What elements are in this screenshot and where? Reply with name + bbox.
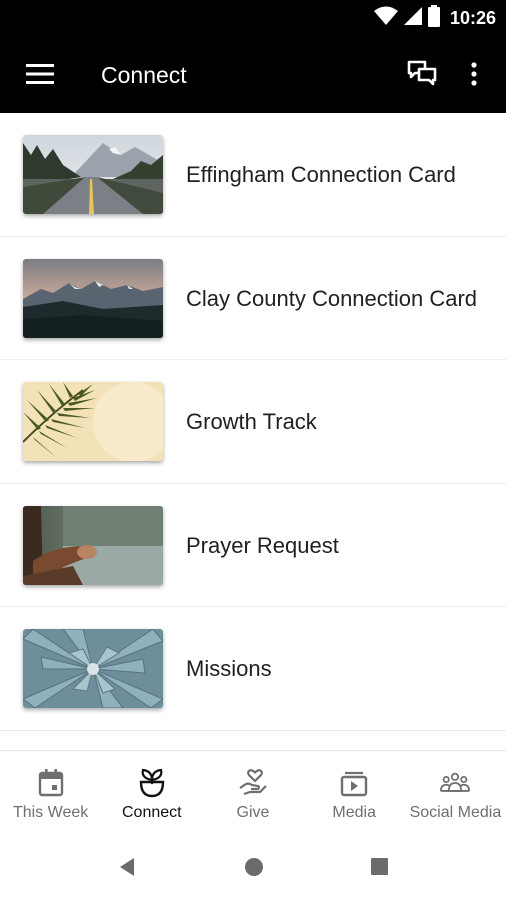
battery-icon	[427, 4, 440, 32]
signal-icon	[403, 6, 422, 31]
succulent-photo	[23, 629, 163, 708]
nav-label: Give	[236, 804, 270, 821]
list-item[interactable]: Prayer Request	[0, 484, 506, 607]
list-item-label: Effingham Connection Card	[186, 162, 456, 187]
system-navigation-bar	[0, 834, 506, 900]
nav-item-media[interactable]: Media	[304, 754, 405, 834]
mountain-range-photo	[23, 258, 163, 338]
nav-item-give[interactable]: Give	[202, 754, 303, 834]
list-item-label: Prayer Request	[186, 532, 339, 558]
heart-hand-icon	[238, 768, 268, 798]
page-title: Connect	[101, 62, 187, 88]
chat-button[interactable]	[398, 56, 446, 96]
palm-leaf-photo	[23, 382, 163, 461]
connect-list: Effingham Connection Card Clay County Co…	[0, 113, 506, 751]
nav-item-social-media[interactable]: Social Media	[405, 754, 506, 834]
list-item[interactable]: Effingham Connection Card	[0, 113, 506, 237]
calendar-icon	[36, 768, 66, 798]
recents-icon[interactable]	[369, 856, 391, 878]
people-icon	[440, 768, 471, 798]
menu-button[interactable]	[16, 56, 64, 96]
nav-label: Media	[332, 804, 376, 821]
status-time: 10:26	[449, 7, 496, 28]
list-item-label: Growth Track	[186, 409, 317, 434]
sprout-icon	[137, 768, 167, 798]
back-icon[interactable]	[116, 856, 138, 878]
status-bar: 10:26	[0, 0, 506, 36]
nav-item-this-week[interactable]: This Week	[0, 754, 101, 834]
nav-label: Social Media	[409, 804, 502, 821]
mountain-road-photo	[23, 135, 163, 214]
nav-item-connect[interactable]: Connect	[101, 754, 202, 834]
nav-label: Connect	[122, 804, 182, 821]
list-item[interactable]: Clay County Connection Card	[0, 237, 506, 360]
wifi-icon	[373, 6, 398, 31]
home-icon[interactable]	[243, 856, 265, 878]
chat-icon	[407, 60, 437, 93]
more-options-button[interactable]	[450, 56, 498, 96]
list-item[interactable]: Missions	[0, 607, 506, 731]
status-icons: 10:26	[373, 4, 496, 32]
play-folder-icon	[339, 768, 369, 798]
more-vert-icon	[470, 61, 478, 91]
list-item[interactable]: Growth Track	[0, 360, 506, 484]
nav-label: This Week	[12, 804, 89, 821]
app-bar: Connect	[0, 36, 506, 113]
list-item-label: Missions	[186, 656, 272, 681]
list-item-label: Clay County Connection Card	[186, 285, 478, 311]
list-divider	[0, 731, 506, 751]
menu-icon	[26, 63, 54, 90]
folded-hands-photo	[23, 505, 163, 585]
bottom-navigation: This Week Connect Give Media Social Medi…	[0, 754, 506, 834]
